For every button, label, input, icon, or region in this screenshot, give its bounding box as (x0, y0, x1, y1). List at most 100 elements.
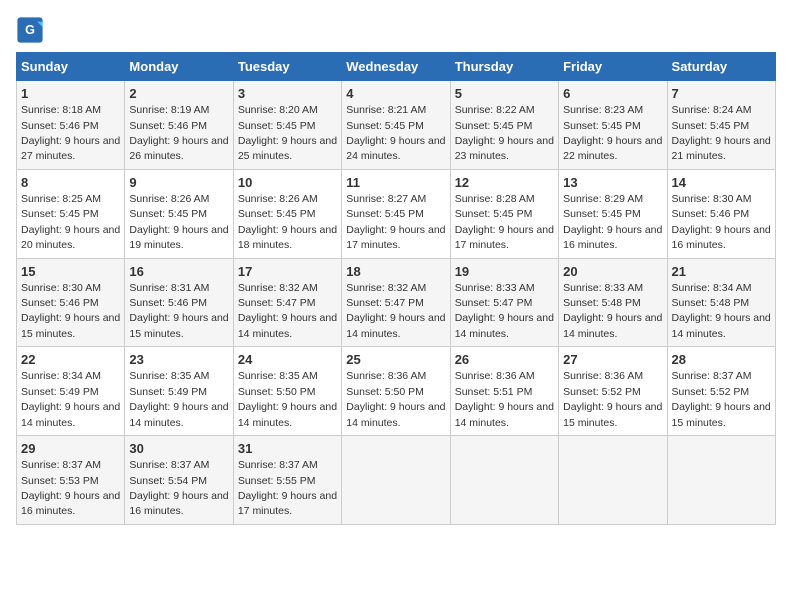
day-number: 11 (346, 174, 445, 192)
sunrise-info: Sunrise: 8:36 AM (346, 370, 426, 382)
day-number: 16 (129, 263, 228, 281)
sunset-info: Sunset: 5:45 PM (563, 208, 641, 220)
calendar-cell: 18Sunrise: 8:32 AMSunset: 5:47 PMDayligh… (342, 258, 450, 347)
sunrise-info: Sunrise: 8:33 AM (563, 282, 643, 294)
daylight-info: Daylight: 9 hours and 14 minutes. (346, 401, 445, 428)
sunset-info: Sunset: 5:45 PM (672, 120, 750, 132)
day-number: 8 (21, 174, 120, 192)
sunset-info: Sunset: 5:45 PM (21, 208, 99, 220)
daylight-info: Daylight: 9 hours and 14 minutes. (455, 312, 554, 339)
header-cell-thursday: Thursday (450, 53, 558, 81)
calendar-cell: 21Sunrise: 8:34 AMSunset: 5:48 PMDayligh… (667, 258, 775, 347)
sunrise-info: Sunrise: 8:20 AM (238, 104, 318, 116)
sunrise-info: Sunrise: 8:35 AM (129, 370, 209, 382)
calendar-cell: 31Sunrise: 8:37 AMSunset: 5:55 PMDayligh… (233, 436, 341, 525)
day-number: 14 (672, 174, 771, 192)
sunset-info: Sunset: 5:50 PM (346, 386, 424, 398)
day-number: 24 (238, 351, 337, 369)
daylight-info: Daylight: 9 hours and 17 minutes. (455, 224, 554, 251)
daylight-info: Daylight: 9 hours and 25 minutes. (238, 135, 337, 162)
sunrise-info: Sunrise: 8:22 AM (455, 104, 535, 116)
sunrise-info: Sunrise: 8:32 AM (346, 282, 426, 294)
sunset-info: Sunset: 5:46 PM (21, 297, 99, 309)
header-cell-friday: Friday (559, 53, 667, 81)
daylight-info: Daylight: 9 hours and 14 minutes. (455, 401, 554, 428)
calendar-cell (450, 436, 558, 525)
calendar-cell: 25Sunrise: 8:36 AM Sunset: 5:50 PM Dayligh… (342, 347, 450, 436)
logo-icon: G (16, 16, 44, 44)
calendar-week-row: 15Sunrise: 8:30 AMSunset: 5:46 PMDayligh… (17, 258, 776, 347)
sunrise-info: Sunrise: 8:25 AM (21, 193, 101, 205)
sunset-info: Sunset: 5:45 PM (346, 120, 424, 132)
sunrise-info: Sunrise: 8:24 AM (672, 104, 752, 116)
sunrise-info: Sunrise: 8:34 AM (672, 282, 752, 294)
day-number: 13 (563, 174, 662, 192)
sunrise-info: Sunrise: 8:36 AM (563, 370, 643, 382)
sunrise-info: Sunrise: 8:35 AM (238, 370, 318, 382)
day-number: 3 (238, 85, 337, 103)
daylight-info: Daylight: 9 hours and 14 minutes. (129, 401, 228, 428)
page-header: G (16, 16, 776, 44)
calendar-cell: 1Sunrise: 8:18 AMSunset: 5:46 PMDaylight… (17, 81, 125, 170)
daylight-info: Daylight: 9 hours and 26 minutes. (129, 135, 228, 162)
sunrise-info: Sunrise: 8:31 AM (129, 282, 209, 294)
sunrise-info: Sunrise: 8:37 AM (238, 459, 318, 471)
daylight-info: Daylight: 9 hours and 17 minutes. (346, 224, 445, 251)
calendar-cell: 3Sunrise: 8:20 AMSunset: 5:45 PMDaylight… (233, 81, 341, 170)
daylight-info: Daylight: 9 hours and 16 minutes. (563, 224, 662, 251)
header-cell-tuesday: Tuesday (233, 53, 341, 81)
daylight-info: Daylight: 9 hours and 14 minutes. (346, 312, 445, 339)
day-number: 19 (455, 263, 554, 281)
svg-text:G: G (25, 23, 35, 37)
daylight-info: Daylight: 9 hours and 14 minutes. (238, 312, 337, 339)
sunrise-info: Sunrise: 8:30 AM (21, 282, 101, 294)
daylight-info: Daylight: 9 hours and 15 minutes. (672, 401, 771, 428)
day-number: 4 (346, 85, 445, 103)
day-number: 30 (129, 440, 228, 458)
calendar-cell: 29Sunrise: 8:37 AMSunset: 5:53 PMDayligh… (17, 436, 125, 525)
sunset-info: Sunset: 5:48 PM (672, 297, 750, 309)
header-cell-saturday: Saturday (667, 53, 775, 81)
calendar-table: SundayMondayTuesdayWednesdayThursdayFrid… (16, 52, 776, 525)
sunset-info: Sunset: 5:46 PM (129, 120, 207, 132)
sunrise-info: Sunrise: 8:37 AM (129, 459, 209, 471)
calendar-cell: 22Sunrise: 8:34 AMSunset: 5:49 PMDayligh… (17, 347, 125, 436)
sunrise-info: Sunrise: 8:37 AM (21, 459, 101, 471)
daylight-info: Daylight: 9 hours and 18 minutes. (238, 224, 337, 251)
daylight-info: Daylight: 9 hours and 17 minutes. (238, 490, 337, 517)
sunset-info: Sunset: 5:46 PM (21, 120, 99, 132)
day-number: 25 (346, 351, 445, 369)
sunset-info: Sunset: 5:46 PM (129, 297, 207, 309)
calendar-week-row: 1Sunrise: 8:18 AMSunset: 5:46 PMDaylight… (17, 81, 776, 170)
calendar-cell (342, 436, 450, 525)
sunset-info: Sunset: 5:50 PM (238, 386, 316, 398)
daylight-info: Daylight: 9 hours and 14 minutes. (238, 401, 337, 428)
calendar-cell: 10Sunrise: 8:26 AMSunset: 5:45 PMDayligh… (233, 169, 341, 258)
daylight-info: Daylight: 9 hours and 14 minutes. (672, 312, 771, 339)
calendar-cell: 30Sunrise: 8:37 AMSunset: 5:54 PMDayligh… (125, 436, 233, 525)
sunset-info: Sunset: 5:47 PM (455, 297, 533, 309)
sunrise-info: Sunrise: 8:34 AM (21, 370, 101, 382)
sunrise-info: Sunrise: 8:26 AM (238, 193, 318, 205)
sunset-info: Sunset: 5:45 PM (455, 208, 533, 220)
calendar-cell: 20Sunrise: 8:33 AMSunset: 5:48 PMDayligh… (559, 258, 667, 347)
daylight-info: Daylight: 9 hours and 15 minutes. (21, 312, 120, 339)
day-number: 6 (563, 85, 662, 103)
day-number: 2 (129, 85, 228, 103)
sunrise-info: Sunrise: 8:32 AM (238, 282, 318, 294)
day-number: 5 (455, 85, 554, 103)
day-number: 10 (238, 174, 337, 192)
calendar-cell: 28Sunrise: 8:37 AMSunset: 5:52 PMDayligh… (667, 347, 775, 436)
calendar-cell: 7Sunrise: 8:24 AMSunset: 5:45 PMDaylight… (667, 81, 775, 170)
sunrise-info: Sunrise: 8:21 AM (346, 104, 426, 116)
calendar-cell: 16Sunrise: 8:31 AMSunset: 5:46 PMDayligh… (125, 258, 233, 347)
header-cell-monday: Monday (125, 53, 233, 81)
calendar-week-row: 22Sunrise: 8:34 AMSunset: 5:49 PMDayligh… (17, 347, 776, 436)
sunrise-info: Sunrise: 8:18 AM (21, 104, 101, 116)
calendar-body: 1Sunrise: 8:18 AMSunset: 5:46 PMDaylight… (17, 81, 776, 525)
header-row: SundayMondayTuesdayWednesdayThursdayFrid… (17, 53, 776, 81)
sunset-info: Sunset: 5:53 PM (21, 475, 99, 487)
daylight-info: Daylight: 9 hours and 16 minutes. (672, 224, 771, 251)
day-number: 20 (563, 263, 662, 281)
calendar-cell: 17Sunrise: 8:32 AMSunset: 5:47 PMDayligh… (233, 258, 341, 347)
